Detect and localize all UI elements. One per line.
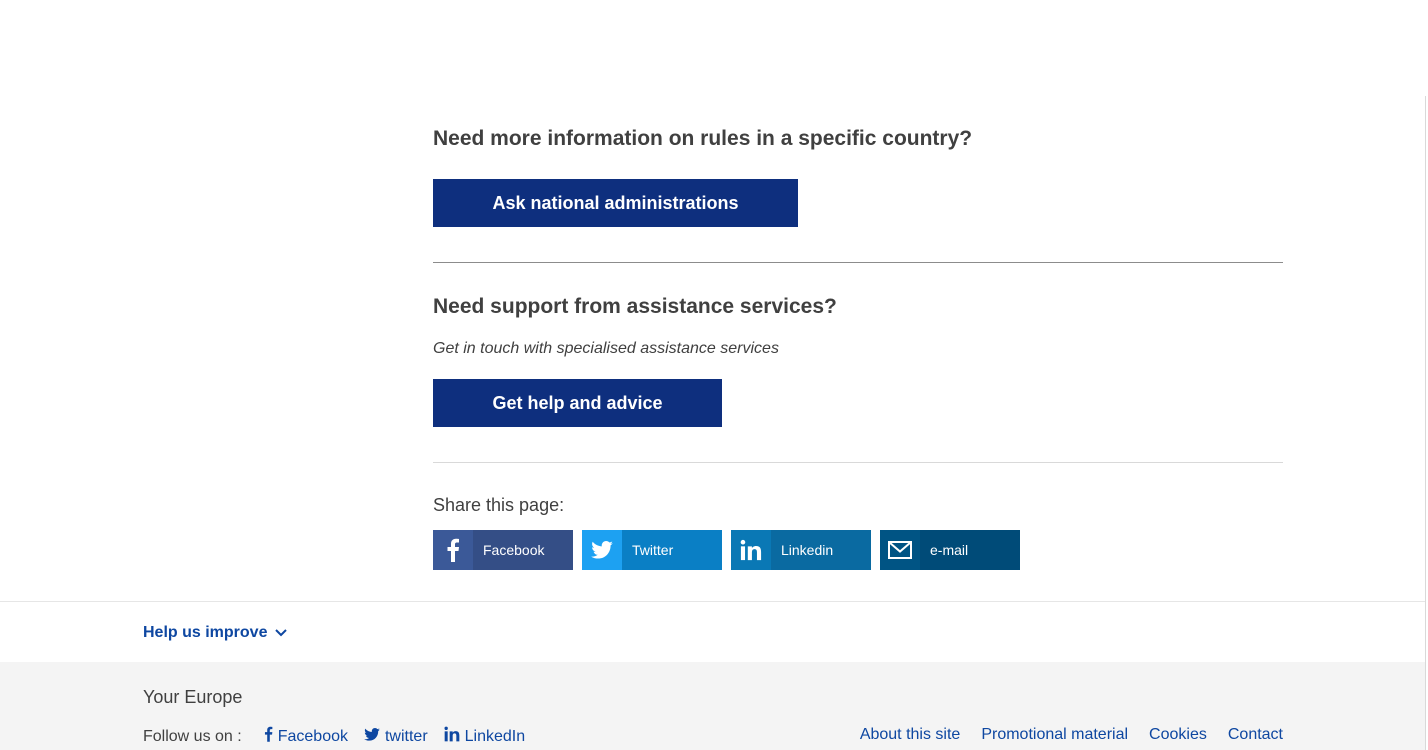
page: Need more information on rules in a spec… <box>0 0 1428 750</box>
footer-title: Your Europe <box>143 687 243 707</box>
country-info-heading: Need more information on rules in a spec… <box>433 127 973 150</box>
support-subtext: Get in touch with specialised assistance… <box>433 340 779 357</box>
share-twitter-button[interactable]: Twitter <box>582 530 722 570</box>
footer-facebook-label: Facebook <box>277 727 348 745</box>
about-this-site-link[interactable]: About this site <box>860 726 961 744</box>
ask-national-administrations-button[interactable]: Ask national administrations <box>433 179 798 227</box>
follow-us-label: Follow us on : <box>143 727 242 745</box>
share-email-button[interactable]: e-mail <box>880 530 1020 570</box>
facebook-icon <box>433 530 473 570</box>
twitter-icon <box>364 727 380 746</box>
help-us-improve-bar: Help us improve <box>0 601 1425 662</box>
share-label: Share this page: <box>433 495 565 515</box>
share-facebook-button[interactable]: Facebook <box>433 530 573 570</box>
contact-link[interactable]: Contact <box>1228 726 1283 744</box>
share-facebook-label: Facebook <box>473 530 573 570</box>
get-help-and-advice-button[interactable]: Get help and advice <box>433 379 722 427</box>
linkedin-icon <box>444 726 460 747</box>
footer-facebook-link[interactable]: Facebook <box>264 726 348 747</box>
help-us-improve-label: Help us improve <box>143 624 268 641</box>
share-buttons: Facebook Twitter Linkedin e-mail <box>433 530 1020 570</box>
share-linkedin-button[interactable]: Linkedin <box>731 530 871 570</box>
email-icon <box>880 530 920 570</box>
facebook-icon <box>264 726 273 747</box>
support-heading: Need support from assistance services? <box>433 295 837 318</box>
share-divider <box>433 462 1283 463</box>
twitter-icon <box>582 530 622 570</box>
share-linkedin-label: Linkedin <box>771 530 871 570</box>
site-footer: Your Europe Follow us on : Facebook twit… <box>0 662 1425 750</box>
cookies-link[interactable]: Cookies <box>1149 726 1207 744</box>
help-us-improve-toggle[interactable]: Help us improve <box>143 624 288 642</box>
footer-linkedin-link[interactable]: LinkedIn <box>444 726 526 747</box>
footer-links: About this site Promotional material Coo… <box>860 726 1283 744</box>
share-twitter-label: Twitter <box>622 530 722 570</box>
footer-twitter-link[interactable]: twitter <box>364 727 428 746</box>
promotional-material-link[interactable]: Promotional material <box>981 726 1128 744</box>
follow-us: Follow us on : Facebook twitter LinkedIn <box>143 726 541 747</box>
page-edge-divider <box>1425 96 1426 750</box>
footer-twitter-label: twitter <box>384 727 428 745</box>
share-email-label: e-mail <box>920 530 1020 570</box>
section-divider <box>433 262 1283 263</box>
linkedin-icon <box>731 530 771 570</box>
footer-linkedin-label: LinkedIn <box>464 727 526 745</box>
chevron-down-icon <box>275 624 288 642</box>
